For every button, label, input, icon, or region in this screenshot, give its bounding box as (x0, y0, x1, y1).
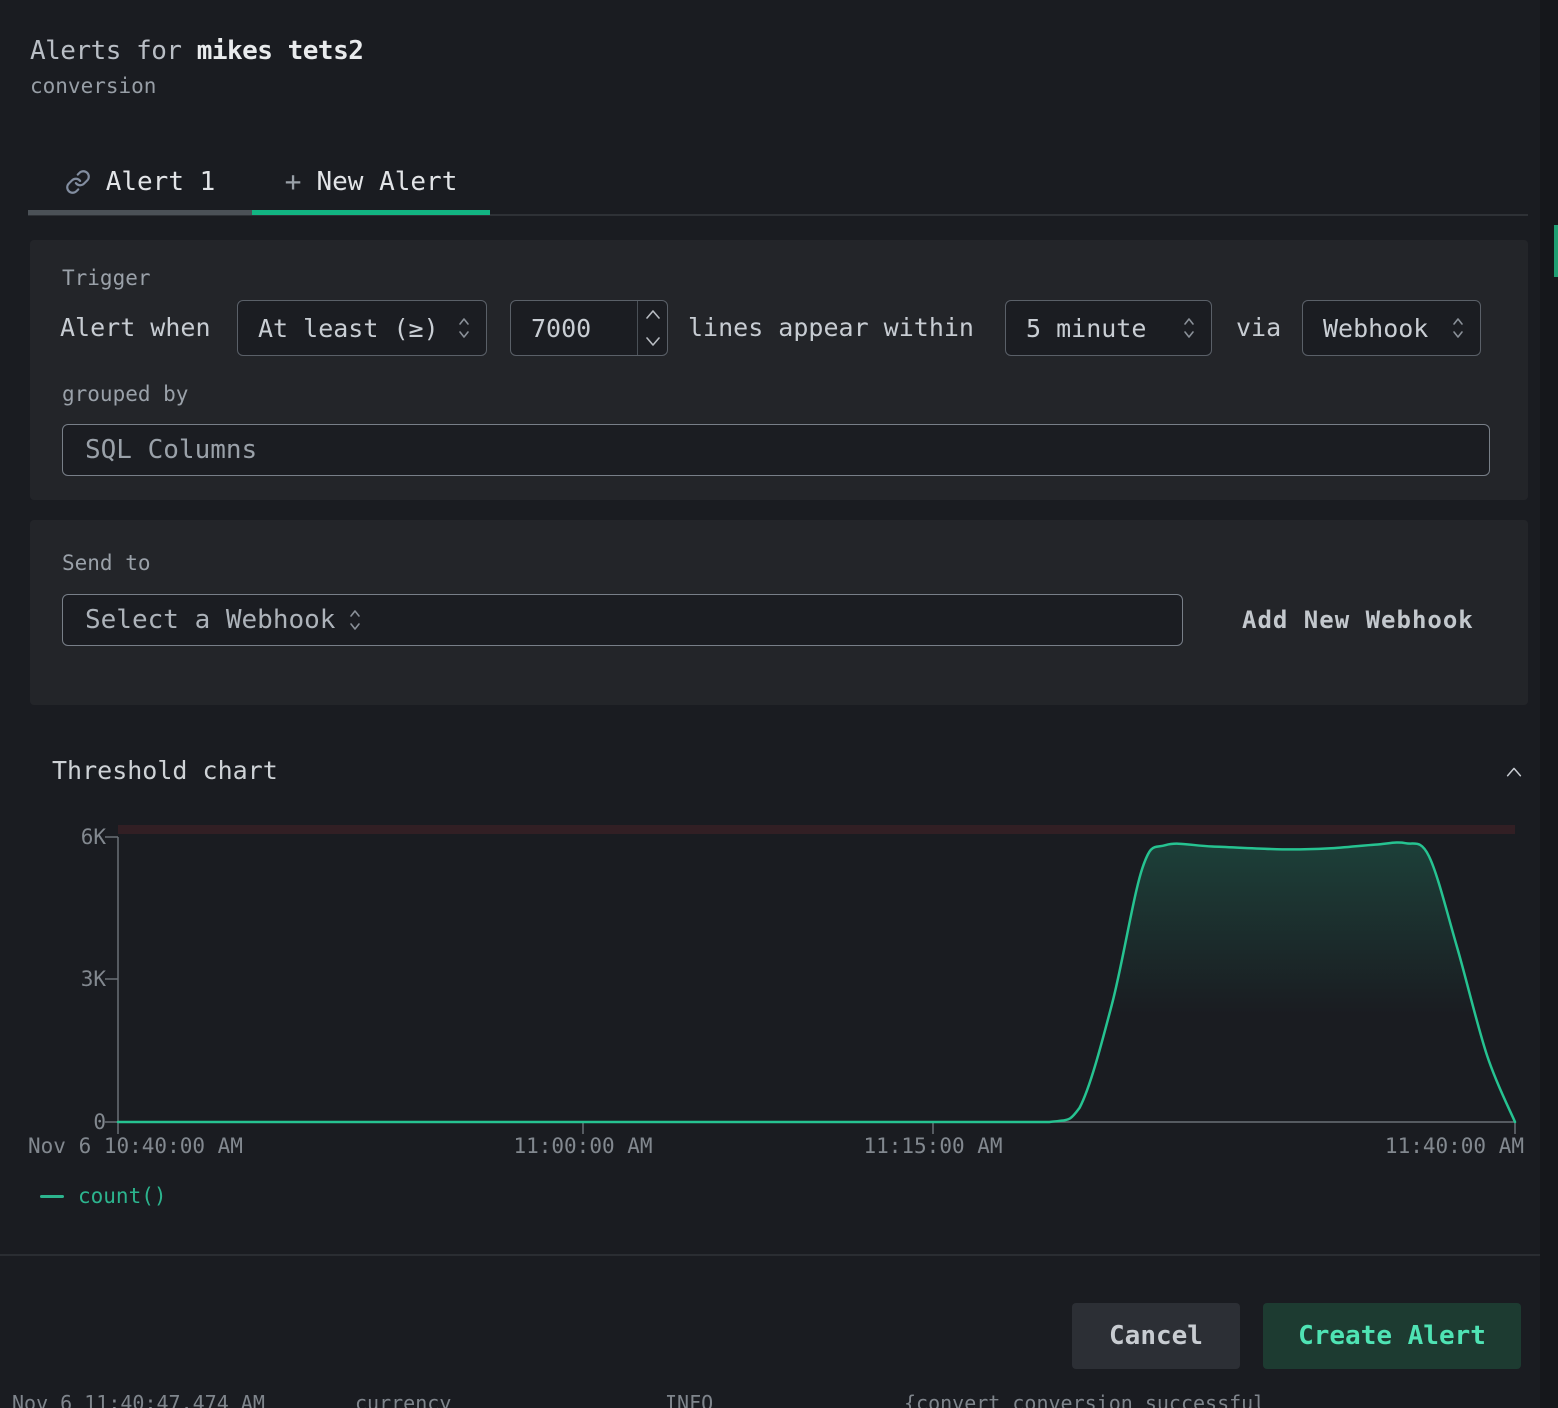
channel-select[interactable]: Webhook (1302, 300, 1481, 356)
page-title: Alerts for mikes tets2 (30, 36, 363, 66)
page-subtitle: conversion (30, 74, 156, 98)
log-timestamp: Nov 6 11:40:47.474 AM (12, 1392, 265, 1408)
series-area (118, 842, 1515, 1122)
threshold-input-group (510, 300, 668, 356)
tab-alert-1-underline (28, 210, 252, 215)
threshold-zone (118, 825, 1515, 834)
webhook-select[interactable]: Select a Webhook (62, 594, 1183, 646)
legend-line-swatch (40, 1195, 64, 1198)
link-icon (65, 169, 91, 195)
trigger-panel: Trigger Alert when At least (≥) lines ap… (30, 240, 1528, 500)
background-log-row: Nov 6 11:40:47.474 AM currency INFO {con… (0, 1392, 1540, 1408)
y-tick-label-3k: 3K (26, 966, 106, 992)
time-window-select[interactable]: 5 minute (1005, 300, 1212, 356)
x-tick-label-1140: 11:40:00 AM (1385, 1134, 1524, 1158)
create-alert-button[interactable]: Create Alert (1263, 1303, 1521, 1369)
legend-item-count[interactable]: count() (40, 1184, 167, 1208)
threshold-spinner (637, 301, 667, 355)
threshold-input[interactable] (511, 301, 637, 355)
group-by-input[interactable] (62, 424, 1490, 476)
alert-when-text: Alert when (60, 300, 211, 356)
threshold-chart-title: Threshold chart (52, 756, 278, 785)
y-tick-label-0: 0 (26, 1109, 106, 1135)
collapse-chart-button[interactable] (1498, 758, 1530, 790)
tab-alert-1-label: Alert 1 (106, 167, 216, 197)
page-title-prefix: Alerts for (30, 36, 197, 66)
tab-new-alert[interactable]: + New Alert (252, 150, 490, 213)
page-title-source-name: mikes tets2 (197, 36, 364, 66)
cancel-button[interactable]: Cancel (1072, 1303, 1240, 1369)
alert-tabs: Alert 1 + New Alert (28, 150, 1528, 218)
legend-label: count() (78, 1184, 167, 1208)
time-window-value: 5 minute (1026, 314, 1169, 343)
add-new-webhook-button[interactable]: Add New Webhook (1242, 594, 1474, 646)
chevron-up-down-icon (347, 607, 363, 633)
y-tick-label-6k: 6K (26, 824, 106, 850)
tab-new-alert-underline (252, 210, 490, 215)
chevron-up-icon (1503, 762, 1525, 784)
log-service: currency (355, 1392, 451, 1408)
condition-select[interactable]: At least (≥) (237, 300, 487, 356)
background-page-strip (1540, 0, 1558, 1408)
chevron-down-icon (646, 337, 660, 346)
series-line (118, 842, 1515, 1122)
chevron-up-down-icon (456, 315, 472, 341)
condition-select-value: At least (≥) (258, 314, 444, 343)
x-tick-label-1115: 11:15:00 AM (863, 1134, 1002, 1158)
spinner-down-button[interactable] (638, 328, 667, 355)
send-to-label: Send to (62, 551, 151, 575)
plus-icon: + (285, 168, 302, 196)
chevron-up-icon (646, 310, 660, 319)
chevron-up-down-icon (1450, 315, 1466, 341)
grouped-by-label: grouped by (62, 382, 188, 406)
spinner-up-button[interactable] (638, 301, 667, 328)
background-green-button-sliver (1554, 225, 1558, 277)
webhook-select-placeholder: Select a Webhook (85, 605, 335, 635)
lines-appear-text: lines appear within (688, 300, 974, 356)
log-level: INFO (665, 1392, 713, 1408)
footer-divider (0, 1254, 1540, 1256)
x-tick-label-1100: 11:00:00 AM (513, 1134, 652, 1158)
trigger-label: Trigger (62, 266, 151, 290)
x-tick-label-1040: Nov 6 10:40:00 AM (28, 1134, 243, 1158)
channel-select-value: Webhook (1323, 314, 1438, 343)
send-to-panel: Send to Select a Webhook Add New Webhook (30, 520, 1528, 705)
tab-new-alert-label: New Alert (316, 167, 457, 197)
log-message: {convert conversion successful (904, 1392, 1265, 1408)
chevron-up-down-icon (1181, 315, 1197, 341)
via-text: via (1236, 300, 1281, 356)
tab-alert-1[interactable]: Alert 1 (28, 150, 252, 213)
